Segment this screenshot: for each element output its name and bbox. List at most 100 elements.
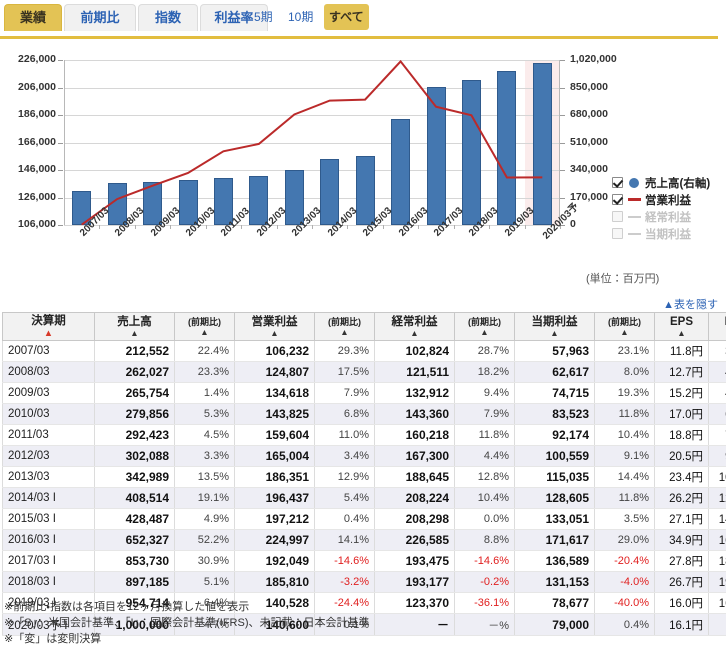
- table-cell: 100,559: [514, 445, 595, 468]
- chart-y-left-tick: [58, 170, 63, 171]
- legend-item[interactable]: 営業利益: [612, 191, 724, 208]
- chart-x-tick: [206, 225, 207, 229]
- chart-y-right-tick-label: 850,000: [570, 80, 608, 93]
- table-cell: 2010/03: [2, 403, 95, 426]
- legend-item[interactable]: 経常利益: [612, 208, 724, 225]
- tab-underline: [0, 36, 718, 39]
- table-cell: 26.2円: [654, 487, 709, 510]
- chart-x-tick: [241, 225, 242, 229]
- tab-gyoseki[interactable]: 業績: [4, 4, 62, 31]
- table-cell: 132,912: [374, 382, 455, 405]
- table-sort-arrow-icon[interactable]: ▲: [659, 328, 704, 338]
- table-sort-arrow-icon[interactable]: ▲: [379, 328, 450, 338]
- chart-y-right-tick: [560, 60, 565, 61]
- table-cell: 265,754: [94, 382, 175, 405]
- table-column-header[interactable]: 当期利益 ▲: [514, 311, 595, 342]
- table-cell: 7.9%: [314, 382, 375, 405]
- table-row: 2013/03 342,989 13.5% 186,351 12.9% 188,645 12…: [2, 466, 726, 489]
- table-cell: 17.0円: [654, 403, 709, 426]
- chart-x-tick: [277, 225, 278, 229]
- legend-dot-icon: [627, 177, 641, 188]
- table-cell: 106.9円: [708, 466, 726, 489]
- table-cell: 10.4%: [454, 487, 515, 510]
- table-cell: -14.6%: [454, 550, 515, 573]
- chart-y-left-tick: [58, 142, 63, 144]
- table-cell: 15.2円: [654, 382, 709, 405]
- table-cell: 302,088: [94, 445, 175, 468]
- tab-shisu[interactable]: 指数: [138, 4, 198, 31]
- table-cell: 11.8%: [594, 487, 655, 510]
- table-cell: 12.9%: [314, 466, 375, 489]
- table-row: 2011/03 292,423 4.5% 159,604 11.0% 160,218 11.…: [2, 424, 726, 447]
- hide-table-link[interactable]: ▲表を隠す: [663, 296, 718, 312]
- table-sort-arrow-icon[interactable]: ▲: [99, 328, 170, 338]
- tab-zenkihi[interactable]: 前期比: [64, 4, 136, 31]
- table-column-header[interactable]: 売上高 ▲: [94, 311, 175, 342]
- table-cell: 2013/03: [2, 466, 95, 489]
- legend-checkbox[interactable]: [612, 194, 623, 205]
- table-cell: 197,212: [234, 508, 315, 531]
- table-cell: 3.4%: [314, 445, 375, 468]
- table-cell: 16.1円: [654, 613, 709, 637]
- table-row: 2012/03 302,088 3.3% 165,004 3.4% 167,300 4.4%…: [2, 445, 726, 468]
- chart-x-tick: [347, 225, 348, 229]
- table-sort-arrow-icon[interactable]: ▲: [179, 327, 230, 337]
- table-cell: 0.4%: [594, 613, 655, 637]
- chart-y-right-tick: [560, 170, 565, 171]
- table-row: 2007/03 212,552 22.4% 106,232 29.3% 102,824 28…: [2, 340, 726, 363]
- period-option-10[interactable]: 10期: [288, 4, 313, 30]
- table-cell: 5.3%: [174, 403, 235, 426]
- table-cell: 19.1%: [174, 487, 235, 510]
- period-option-5[interactable]: 5期: [254, 4, 273, 30]
- table-column-header[interactable]: EPS ▲: [654, 311, 709, 342]
- table-cell: 27.8円: [654, 550, 709, 573]
- table-column-header[interactable]: 営業利益 ▲: [234, 311, 315, 342]
- table-sort-arrow-icon[interactable]: ▲: [713, 329, 726, 338]
- table-cell: 128,605: [514, 487, 595, 510]
- table-cell: 3.5%: [594, 508, 655, 531]
- table-cell: 193,177: [374, 571, 455, 594]
- table-cell: 52.2%: [174, 529, 235, 552]
- legend-item[interactable]: 当期利益: [612, 225, 724, 242]
- table-cell: 19.3%: [594, 382, 655, 405]
- legend-item[interactable]: 売上高(右軸): [612, 174, 724, 191]
- legend-label: 売上高(右軸): [645, 177, 711, 190]
- legend-line-icon: [627, 198, 641, 201]
- table-column-header[interactable]: (前期比) ▲: [454, 311, 515, 342]
- table-sort-arrow-icon[interactable]: ▲: [459, 327, 510, 337]
- table-sort-arrow-icon[interactable]: ▲: [519, 328, 590, 338]
- legend-checkbox[interactable]: [612, 211, 623, 222]
- table-column-header[interactable]: (前期比) ▲: [174, 311, 235, 342]
- table-cell: 167,300: [374, 445, 455, 468]
- table-cell: 92,174: [514, 424, 595, 447]
- table-cell: -4.0%: [594, 571, 655, 594]
- table-sort-arrow-icon[interactable]: ▲: [319, 327, 370, 337]
- table-cell: 5.1%: [174, 571, 235, 594]
- table-cell: -14.6%: [314, 550, 375, 573]
- table-column-header[interactable]: 経常利益 ▲: [374, 311, 455, 342]
- table-column-label: 当期利益: [531, 315, 578, 328]
- table-cell: 18.8円: [654, 424, 709, 447]
- tab-gyoseki-label: 業績: [19, 10, 46, 25]
- table-cell: 60.9円: [708, 403, 726, 426]
- table-sort-arrow-icon[interactable]: ▲: [7, 328, 90, 339]
- table-cell: 652,327: [94, 529, 175, 552]
- table-cell: 5.4%: [314, 487, 375, 510]
- table-column-header[interactable]: 決算期 ▲: [2, 311, 95, 342]
- legend-checkbox[interactable]: [612, 228, 623, 239]
- legend-checkbox[interactable]: [612, 177, 623, 188]
- table-cell: 4.4%: [454, 445, 515, 468]
- table-column-header[interactable]: (前期比) ▲: [314, 311, 375, 342]
- table-cell: 3.3%: [174, 445, 235, 468]
- table-cell: 193,475: [374, 550, 455, 573]
- chart-y-right-tick-label: 0: [570, 218, 576, 230]
- table-cell: 124,807: [234, 361, 315, 384]
- table-sort-arrow-icon[interactable]: ▲: [599, 327, 650, 337]
- period-option-all[interactable]: すべて: [324, 4, 369, 30]
- table-column-header[interactable]: BPS▲: [708, 311, 726, 342]
- table-cell: 46.1円: [708, 382, 726, 405]
- table-sort-arrow-icon[interactable]: ▲: [239, 328, 310, 338]
- table-column-label: 経常利益: [391, 315, 438, 328]
- table-column-header[interactable]: (前期比) ▲: [594, 311, 655, 342]
- table-cell: 428,487: [94, 508, 175, 531]
